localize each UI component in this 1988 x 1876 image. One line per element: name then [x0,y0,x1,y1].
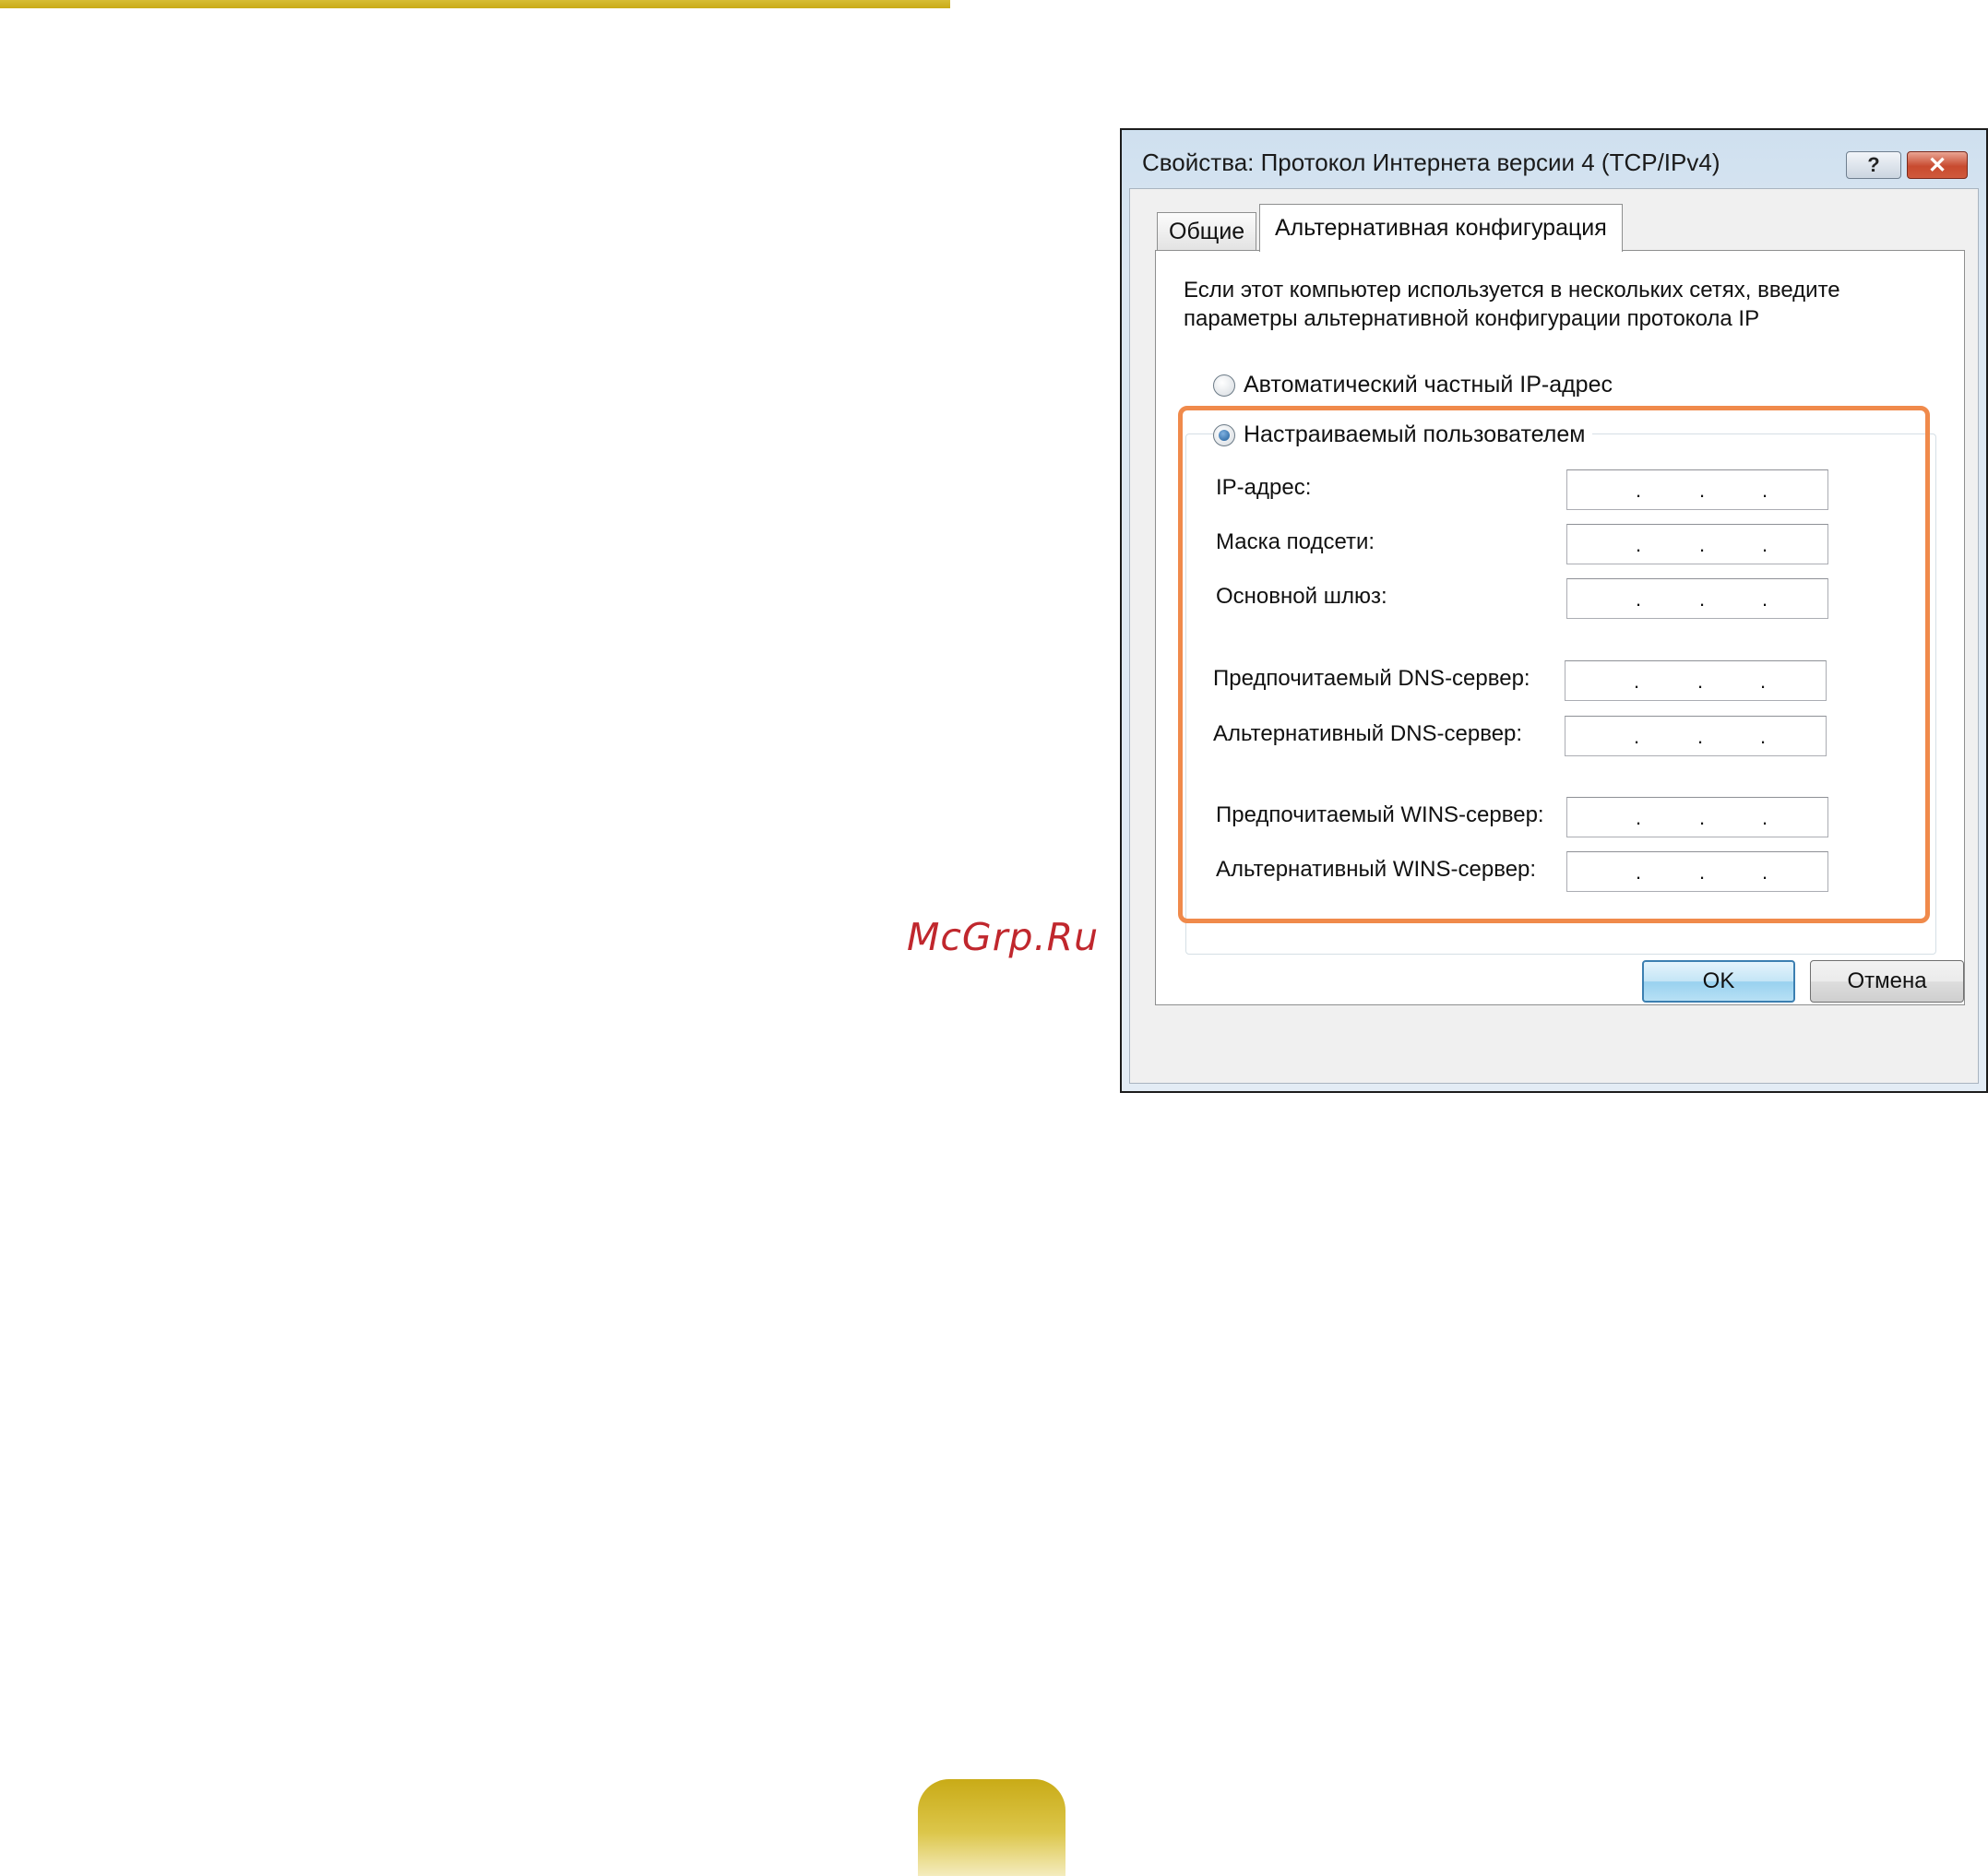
dialog-title: Свойства: Протокол Интернета версии 4 (T… [1142,148,1720,176]
title-bar[interactable]: Свойства: Протокол Интернета версии 4 (T… [1122,130,1986,185]
preferred-wins-label: Предпочитаемый WINS-сервер: [1216,802,1544,827]
radio-selected-dot [1219,429,1230,441]
ip-address-input[interactable]: ... [1566,469,1828,510]
close-icon: ✕ [1927,152,1947,178]
tab-general[interactable]: Общие [1157,212,1257,251]
close-button[interactable]: ✕ [1907,151,1968,179]
ok-button[interactable]: OK [1642,960,1795,1003]
radio-user-configured-label: Настраиваемый пользователем [1244,422,1586,447]
tcpip-properties-dialog: Свойства: Протокол Интернета версии 4 (T… [1120,128,1988,1093]
radio-automatic-private-ip[interactable]: Автоматический частный IP-адрес [1213,372,1613,398]
preferred-dns-input[interactable]: ... [1565,660,1827,701]
help-button[interactable]: ? [1846,151,1901,179]
subnet-mask-label: Маска подсети: [1216,529,1375,554]
alternate-wins-input[interactable]: ... [1566,851,1828,892]
intro-text: Если этот компьютер используется в неско… [1184,278,1840,331]
subnet-mask-input[interactable]: ... [1566,524,1828,564]
ip-address-label: IP-адрес: [1216,475,1312,500]
radio-automatic-label: Автоматический частный IP-адрес [1244,372,1613,398]
alternate-wins-label: Альтернативный WINS-сервер: [1216,857,1537,882]
dialog-client-area: Общие Альтернативная конфигурация Если э… [1129,188,1979,1084]
radio-button-selected[interactable] [1213,423,1235,446]
radio-user-configured[interactable]: Настраиваемый пользователем [1213,422,1593,448]
preferred-dns-label: Предпочитаемый DNS-сервер: [1213,666,1530,691]
default-gateway-label: Основной шлюз: [1216,584,1387,609]
preferred-wins-input[interactable]: ... [1566,797,1828,837]
tab-alternate-configuration[interactable]: Альтернативная конфигурация [1259,204,1623,252]
page-number-tab [918,1779,1065,1876]
tab-panel-alternate: Если этот компьютер используется в неско… [1155,250,1965,1005]
alternate-dns-label: Альтернативный DNS-сервер: [1213,721,1523,746]
alternate-dns-input[interactable]: ... [1565,716,1827,756]
radio-button-unselected[interactable] [1213,374,1235,397]
help-icon: ? [1867,153,1880,176]
top-accent-bar [0,0,950,8]
cancel-button[interactable]: Отмена [1810,960,1964,1003]
default-gateway-input[interactable]: ... [1566,578,1828,619]
watermark-text: McGrp.Ru [907,915,1100,959]
